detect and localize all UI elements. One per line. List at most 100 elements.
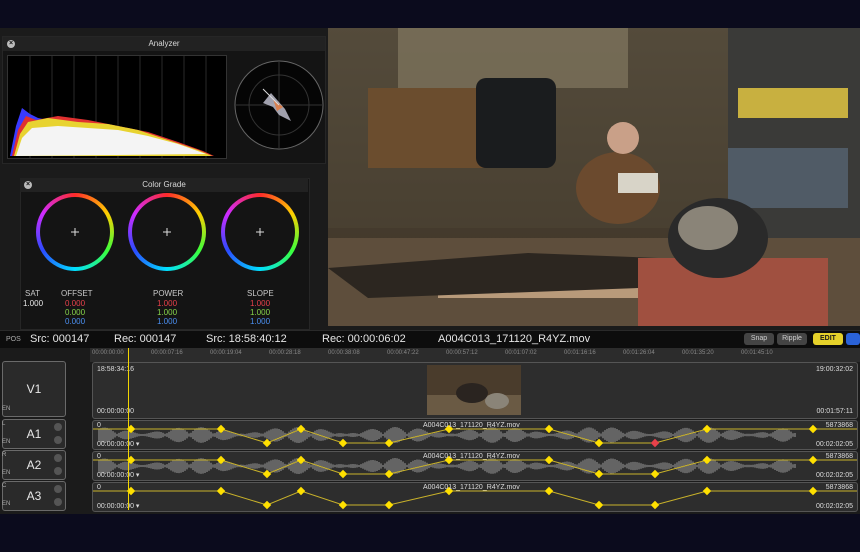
offset-g[interactable]: 0.000 [65,308,85,317]
level-zero: 0 [97,453,101,460]
power-wheel[interactable] [128,193,206,271]
close-icon[interactable]: × [7,40,15,48]
video-track-v1[interactable]: 18:58:34:16 19:00:32:02 00:00:00:00 00:0… [92,362,858,419]
ruler-mark: 00:01:16:16 [564,350,596,356]
power-b[interactable]: 1.000 [157,317,177,326]
slope-wheel[interactable] [221,193,299,271]
ruler-mark: 00:00:19:04 [210,350,242,356]
level-zero: 0 [97,484,101,491]
ruler-mark: 00:01:26:04 [623,350,655,356]
src-timecode: Src: 18:58:40:12 [206,333,287,345]
power-g[interactable]: 1.000 [157,308,177,317]
keyframe-handle[interactable] [808,486,818,496]
solo-toggle[interactable] [54,498,62,506]
clip-name: A004C013_171120_R4YZ.mov [423,484,520,491]
ripple-button[interactable]: Ripple [777,333,807,345]
keyframe-handle[interactable] [384,469,394,479]
keyframe-handle[interactable] [544,486,554,496]
keyframe-handle[interactable] [262,469,272,479]
mute-toggle[interactable] [54,423,62,431]
keyframe-handle[interactable] [216,486,226,496]
keyframe-handle[interactable] [544,424,554,434]
slope-r[interactable]: 1.000 [250,299,270,308]
keyframe-handle[interactable] [262,500,272,510]
playhead[interactable] [128,348,129,510]
track-name: V1 [26,382,42,396]
keyframe-handle[interactable] [384,438,394,448]
sample-count: 5873868 [825,422,853,429]
analyzer-title: Analyzer [3,37,325,51]
sat-label: SAT [25,289,40,298]
keyframe-handle[interactable] [650,469,660,479]
keyframe-handle[interactable] [296,486,306,496]
rec-start: 00:00:00:00 ▾ [97,503,140,510]
power-r[interactable]: 1.000 [157,299,177,308]
keyframe-handle[interactable] [296,455,306,465]
ruler-mark: 00:01:45:10 [741,350,773,356]
sat-value[interactable]: 1.000 [23,299,43,308]
keyframe-handle[interactable] [338,469,348,479]
sample-count: 5873868 [825,484,853,491]
crosshair-icon[interactable] [71,228,79,236]
offset-b[interactable]: 0.000 [65,317,85,326]
clip-tc-end: 19:00:32:02 [816,366,853,373]
clip-thumbnail[interactable] [427,365,521,415]
track-header-a2[interactable]: A2 [2,450,66,480]
rec-end: 00:02:02:05 [816,472,853,479]
crosshair-icon[interactable] [256,228,264,236]
keyframe-handle[interactable] [594,469,604,479]
timeline-ruler[interactable]: 00:00:00:00 00:00:07:16 00:00:19:04 00:00:2… [90,348,860,362]
solo-toggle[interactable] [54,467,62,475]
slope-g[interactable]: 1.000 [250,308,270,317]
audio-track-a3[interactable]: 0 5873868 A004C013_171120_R4YZ.mov 00:00:00… [92,482,858,512]
edit-button[interactable]: EDIT [813,333,843,345]
mute-toggle[interactable] [54,485,62,493]
enable-label: EN [2,470,11,476]
color-grade-title: Color Grade [20,178,308,192]
channel-label: C [2,483,7,489]
audio-track-a1[interactable]: 0 5873868 A004C013_171120_R4YZ.mov 00:00:00… [92,420,858,450]
audio-track-a2[interactable]: 0 5873868 A004C013_171120_R4YZ.mov 00:00:00… [92,451,858,481]
video-frame-image [328,28,860,326]
level-zero: 0 [97,422,101,429]
close-icon[interactable]: × [24,181,32,189]
histogram-graph [10,56,214,158]
keyframe-handle[interactable] [650,438,660,448]
power-label: POWER [153,289,184,298]
keyframe-handle[interactable] [702,486,712,496]
keyframe-handle[interactable] [216,424,226,434]
sample-count: 5873868 [825,453,853,460]
keyframe-handle[interactable] [808,455,818,465]
mute-toggle[interactable] [54,454,62,462]
keyframe-handle[interactable] [594,438,604,448]
snap-button[interactable]: Snap [744,333,774,345]
clip-name: A004C013_171120_R4YZ.mov [423,422,520,429]
track-header-a3[interactable]: A3 [2,481,66,511]
keyframe-handle[interactable] [594,500,604,510]
keyframe-handle[interactable] [650,500,660,510]
keyframe-handle[interactable] [384,500,394,510]
track-header-v1[interactable]: V1 [2,361,66,417]
ruler-mark: 00:00:07:16 [151,350,183,356]
keyframe-handle[interactable] [338,500,348,510]
histogram [7,55,227,159]
keyframe-handle[interactable] [338,438,348,448]
track-header-a1[interactable]: A1 [2,419,66,449]
offset-wheel[interactable] [36,193,114,271]
solo-toggle[interactable] [54,436,62,444]
keyframe-handle[interactable] [544,455,554,465]
keyframe-handle[interactable] [808,424,818,434]
keyframe-handle[interactable] [262,438,272,448]
keyframe-handle[interactable] [702,455,712,465]
slope-b[interactable]: 1.000 [250,317,270,326]
clip-name: A004C013_171120_R4YZ.mov [423,453,520,460]
video-preview[interactable] [328,28,860,326]
pos-label: POS [6,336,21,343]
keyframe-handle[interactable] [702,424,712,434]
keyframe-handle[interactable] [296,424,306,434]
ruler-mark: 00:01:07:02 [505,350,537,356]
keyframe-handle[interactable] [216,455,226,465]
crosshair-icon[interactable] [163,228,171,236]
offset-r[interactable]: 0.000 [65,299,85,308]
mode-button[interactable] [846,333,860,345]
